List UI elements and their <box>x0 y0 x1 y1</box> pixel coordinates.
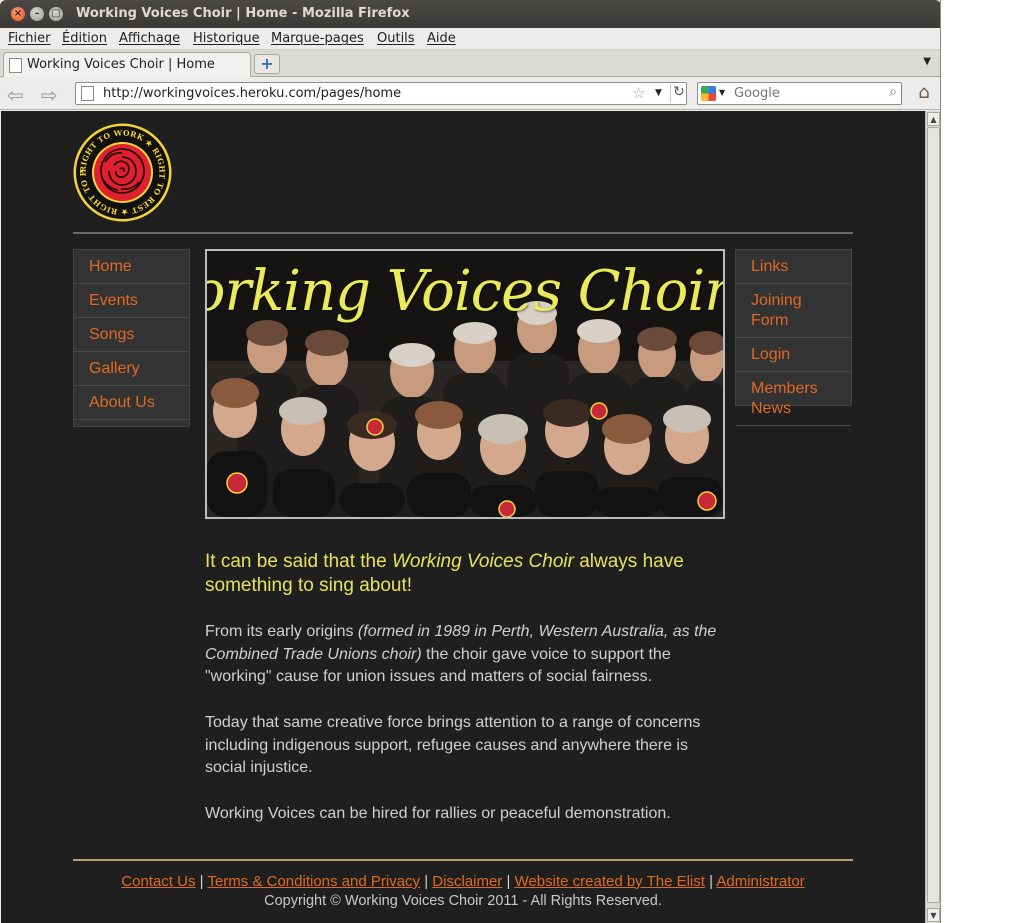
footer-link-disclaimer[interactable]: Disclaimer <box>432 873 502 890</box>
menu-edition[interactable]: Édition <box>62 31 107 46</box>
home-icon[interactable]: ⌂ <box>913 82 935 104</box>
intro-text: It can be said that the Working Voices C… <box>205 550 725 598</box>
footer-link-administrator[interactable]: Administrator <box>716 873 804 890</box>
vertical-scrollbar[interactable]: ▲ ▼ <box>925 111 940 923</box>
scroll-down-arrow-icon[interactable]: ▼ <box>927 908 940 922</box>
nav-link-login[interactable]: Login <box>736 338 851 372</box>
page-icon <box>9 58 22 73</box>
header-divider <box>73 232 853 234</box>
search-bar[interactable]: ▼ ⌕ <box>697 82 902 105</box>
intro-before: It can be said that the <box>205 551 392 572</box>
footer-divider <box>73 859 853 861</box>
forward-arrow-icon[interactable]: ⇨ <box>41 83 58 107</box>
nav-link-home[interactable]: Home <box>74 250 189 284</box>
reload-icon[interactable]: ↻ <box>670 84 687 103</box>
menu-historique[interactable]: Historique <box>193 31 260 46</box>
nav-link-songs[interactable]: Songs <box>74 318 189 352</box>
maximize-window-button[interactable]: □ <box>49 7 63 21</box>
url-text[interactable]: http://workingvoices.heroku.com/pages/ho… <box>103 86 401 101</box>
menu-fichier[interactable]: Fichier <box>8 31 51 46</box>
tab-strip: Working Voices Choir | Home + ▼ <box>0 50 940 77</box>
nav-link-links[interactable]: Links <box>736 250 851 284</box>
tab-list-dropdown-icon[interactable]: ▼ <box>923 56 931 67</box>
browser-window: × – □ Working Voices Choir | Home - Mozi… <box>0 0 941 923</box>
nav-link-joining-form[interactable]: Joining Form <box>736 284 851 338</box>
intro-emphasis: Working Voices Choir <box>391 551 574 572</box>
hero-title: Working Voices Choir <box>207 259 725 324</box>
engine-dropdown-icon[interactable]: ▼ <box>719 88 725 97</box>
new-tab-button[interactable]: + <box>254 54 280 74</box>
footer-separator: | <box>709 873 714 890</box>
back-arrow-icon[interactable]: ⇦ <box>7 83 24 107</box>
nav-link-events[interactable]: Events <box>74 284 189 318</box>
nav-link-about-us[interactable]: About Us <box>74 386 189 420</box>
bookmark-star-icon[interactable]: ☆ <box>632 84 645 102</box>
footer-separator: | <box>199 873 204 890</box>
nav-link-members-news[interactable]: Members News <box>736 372 851 426</box>
history-dropdown-icon[interactable]: ▼ <box>655 88 662 98</box>
hero-choir-image: Working Voices Choir <box>205 249 725 519</box>
origins-paragraph: From its early origins (formed in 1989 i… <box>205 621 725 689</box>
navigation-toolbar: ⇦ ⇨ http://workingvoices.heroku.com/page… <box>0 78 940 110</box>
right-nav-menu: Links Joining Form Login Members News <box>735 249 852 426</box>
menu-marque-pages[interactable]: Marque-pages <box>271 31 364 46</box>
menu-bar: Fichier Édition Affichage Historique Mar… <box>0 28 940 50</box>
footer-links: Contact Us | Terms & Conditions and Priv… <box>73 873 853 890</box>
hire-paragraph: Working Voices can be hired for rallies … <box>205 805 671 822</box>
scroll-up-arrow-icon[interactable]: ▲ <box>927 112 940 126</box>
page-icon <box>81 86 94 101</box>
tab-label: Working Voices Choir | Home <box>27 57 215 72</box>
menu-aide[interactable]: Aide <box>427 31 456 46</box>
window-title: Working Voices Choir | Home - Mozilla Fi… <box>76 6 410 21</box>
footer-link-terms[interactable]: Terms & Conditions and Privacy <box>207 873 420 890</box>
menu-outils[interactable]: Outils <box>377 31 415 46</box>
footer-link-website-credit[interactable]: Website created by The Elist <box>515 873 705 890</box>
url-bar[interactable]: http://workingvoices.heroku.com/pages/ho… <box>75 82 687 105</box>
concerns-paragraph: Today that same creative force brings at… <box>205 714 701 776</box>
search-input[interactable] <box>734 86 874 101</box>
choir-logo: RIGHT TO WORK ★ RIGHT TO REST ★ RIGHT TO… <box>72 122 172 222</box>
google-engine-icon[interactable] <box>701 86 716 101</box>
footer-link-contact-us[interactable]: Contact Us <box>121 873 195 890</box>
tab-working-voices-home[interactable]: Working Voices Choir | Home <box>3 52 251 77</box>
search-icon[interactable]: ⌕ <box>889 84 897 100</box>
nav-link-gallery[interactable]: Gallery <box>74 352 189 386</box>
left-nav-menu: Home Events Songs Gallery About Us <box>73 249 190 427</box>
title-bar: × – □ Working Voices Choir | Home - Mozi… <box>0 0 940 28</box>
copyright-notice: Copyright © Working Voices Choir 2011 - … <box>264 893 662 909</box>
footer-separator: | <box>506 873 511 890</box>
scroll-thumb[interactable] <box>927 127 940 903</box>
para1-before: From its early origins <box>205 623 358 640</box>
close-window-button[interactable]: × <box>11 7 25 21</box>
page-viewport: RIGHT TO WORK ★ RIGHT TO REST ★ RIGHT TO… <box>1 111 925 923</box>
minimize-window-button[interactable]: – <box>30 7 44 21</box>
menu-affichage[interactable]: Affichage <box>119 31 180 46</box>
footer-separator: | <box>424 873 429 890</box>
